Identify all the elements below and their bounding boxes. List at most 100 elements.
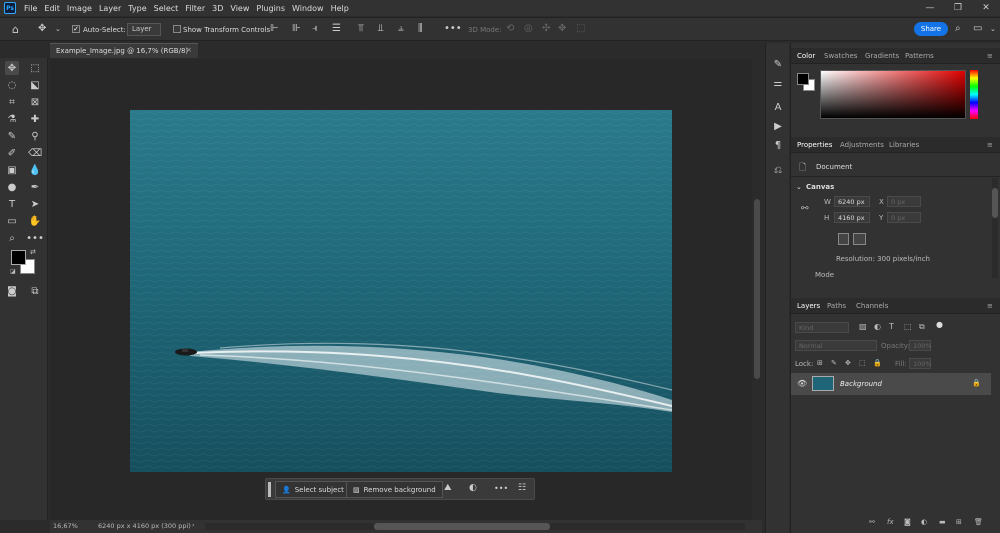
filter-adjustment-icon[interactable]: ◐ — [874, 322, 881, 331]
character-panel-icon[interactable]: A — [771, 100, 785, 114]
properties-scrollbar[interactable] — [992, 178, 998, 278]
color-field[interactable] — [820, 70, 966, 119]
drag-handle-icon[interactable] — [268, 482, 271, 497]
workspace-chevron-icon[interactable]: ⌄ — [990, 25, 996, 33]
generative-fill-icon[interactable]: ⛰ — [444, 483, 452, 493]
link-icon[interactable]: ⚯ — [869, 518, 875, 526]
blend-mode-dropdown[interactable]: Normal — [795, 340, 877, 351]
menu-edit[interactable]: Edit — [44, 4, 60, 13]
visibility-eye-icon[interactable]: 👁 — [797, 379, 807, 388]
zoom-level[interactable]: 16,67% — [53, 522, 78, 530]
align-middle-icon[interactable]: ⫫ — [378, 23, 384, 34]
status-arrow-icon[interactable]: › — [192, 521, 195, 529]
select-subject-button[interactable]: 👤 Select subject — [275, 481, 351, 498]
canvas-chevron-icon[interactable]: ⌄ — [796, 183, 802, 191]
screen-mode-icon[interactable]: ⧉ — [28, 284, 42, 298]
minimize-button[interactable]: — — [916, 0, 944, 16]
x-field[interactable]: 0 px — [887, 196, 921, 207]
vertical-scrollbar[interactable] — [752, 59, 762, 520]
tool-preset-chevron-icon[interactable]: ⌄ — [55, 25, 61, 33]
path-selection-tool-icon[interactable]: ➤ — [28, 197, 42, 211]
vertical-scroll-thumb[interactable] — [754, 199, 760, 379]
actions-play-icon[interactable]: ▶ — [771, 119, 785, 133]
default-colors-icon[interactable]: ◪ — [10, 268, 16, 275]
hand-tool-icon[interactable]: ✋ — [28, 214, 42, 228]
filter-smart-object-icon[interactable]: ⧉ — [919, 322, 925, 332]
document-info[interactable]: 6240 px x 4160 px (300 ppi) — [98, 522, 191, 530]
folder-icon[interactable]: ▬ — [939, 518, 946, 526]
menu-file[interactable]: File — [24, 4, 37, 13]
gradient-tool-icon[interactable]: ▣ — [5, 163, 19, 177]
menu-plugins[interactable]: Plugins — [256, 4, 285, 13]
remove-background-button[interactable]: ▨ Remove background — [346, 481, 443, 498]
link-dimensions-icon[interactable]: ⚯ — [801, 204, 809, 214]
frame-tool-icon[interactable]: ⊠ — [28, 95, 42, 109]
history-icon[interactable]: ⎌ — [771, 163, 785, 177]
lasso-tool-icon[interactable]: ◌ — [5, 78, 19, 92]
paragraph-icon[interactable]: ¶ — [771, 138, 785, 152]
horizontal-scrollbar[interactable] — [205, 523, 745, 530]
close-document-icon[interactable]: × — [186, 46, 192, 54]
settings-sliders-icon[interactable]: ☷ — [518, 483, 526, 493]
menu-help[interactable]: Help — [331, 4, 349, 13]
zoom-tool-icon[interactable]: ⌕ — [5, 231, 19, 245]
lock-artboard-icon[interactable]: ⬚ — [859, 359, 866, 367]
filter-shape-icon[interactable]: ⬚ — [904, 322, 912, 331]
hue-slider[interactable] — [970, 70, 978, 119]
history-brush-tool-icon[interactable]: ✐ — [5, 146, 19, 160]
trash-icon[interactable]: 🗑 — [974, 518, 983, 526]
menu-type[interactable]: Type — [128, 4, 146, 13]
fx-icon[interactable]: fx — [887, 518, 894, 526]
adjustment-sliders-icon[interactable]: ⚌ — [771, 76, 785, 90]
filter-pixel-icon[interactable]: ▨ — [859, 322, 867, 331]
blur-tool-icon[interactable]: 💧 — [28, 163, 42, 177]
marquee-tool-icon[interactable]: ⬚ — [28, 61, 42, 75]
layer-lock-icon[interactable]: 🔒 — [972, 379, 981, 387]
portrait-orientation-icon[interactable] — [838, 233, 849, 245]
auto-select-dropdown[interactable]: Layer — [127, 23, 161, 36]
height-field[interactable]: 4160 px — [834, 212, 870, 223]
move-tool-icon[interactable]: ✥ — [5, 61, 19, 75]
swap-colors-icon[interactable]: ⇄ — [30, 248, 36, 256]
more-options-icon[interactable]: ••• — [444, 23, 462, 34]
dodge-tool-icon[interactable]: ● — [5, 180, 19, 194]
menu-filter[interactable]: Filter — [185, 4, 205, 13]
tab-layers[interactable]: Layers — [797, 302, 820, 310]
search-icon[interactable]: ⌕ — [955, 23, 961, 34]
home-icon[interactable]: ⌂ — [12, 23, 19, 36]
move-tool-icon[interactable]: ✥ — [38, 23, 46, 34]
width-field[interactable]: 6240 px — [834, 196, 870, 207]
healing-brush-tool-icon[interactable]: ✚ — [28, 112, 42, 126]
document-image[interactable] — [130, 110, 672, 472]
tab-gradients[interactable]: Gradients — [865, 52, 899, 60]
tab-properties[interactable]: Properties — [797, 141, 832, 149]
y-field[interactable]: 0 px — [887, 212, 921, 223]
restore-button[interactable]: ❐ — [944, 0, 972, 16]
filter-type-icon[interactable]: T — [889, 322, 894, 331]
tab-swatches[interactable]: Swatches — [824, 52, 857, 60]
align-right-icon[interactable]: ⫣ — [312, 23, 318, 34]
tab-libraries[interactable]: Libraries — [889, 141, 919, 149]
fill-field[interactable]: 100% — [909, 358, 932, 369]
color-foreground-swatch[interactable] — [797, 73, 809, 85]
panel-menu-icon[interactable]: ≡ — [987, 52, 993, 60]
layer-row-background[interactable]: 👁 Background 🔒 — [791, 373, 991, 395]
tab-patterns[interactable]: Patterns — [905, 52, 934, 60]
adjustment-circle-icon[interactable]: ◐ — [469, 483, 477, 493]
auto-select-checkbox[interactable]: ✓ — [72, 25, 80, 33]
tab-adjustments[interactable]: Adjustments — [840, 141, 884, 149]
document-tab[interactable]: Example_Image.jpg @ 16,7% (RGB/8) × — [50, 43, 198, 58]
menu-layer[interactable]: Layer — [99, 4, 121, 13]
brush-tool-icon[interactable]: ✎ — [5, 129, 19, 143]
share-button[interactable]: Share — [914, 22, 948, 36]
lock-position-icon[interactable]: ✥ — [845, 359, 851, 367]
align-center-icon[interactable]: ⊪ — [292, 23, 301, 34]
foreground-color-swatch[interactable] — [11, 250, 26, 265]
brush-settings-icon[interactable]: ✎ — [771, 57, 785, 71]
object-select-tool-icon[interactable]: ⬕ — [28, 78, 42, 92]
menu-3d[interactable]: 3D — [212, 4, 223, 13]
menu-view[interactable]: View — [230, 4, 249, 13]
tab-channels[interactable]: Channels — [856, 302, 888, 310]
menu-select[interactable]: Select — [154, 4, 179, 13]
crop-tool-icon[interactable]: ⌗ — [5, 95, 19, 109]
